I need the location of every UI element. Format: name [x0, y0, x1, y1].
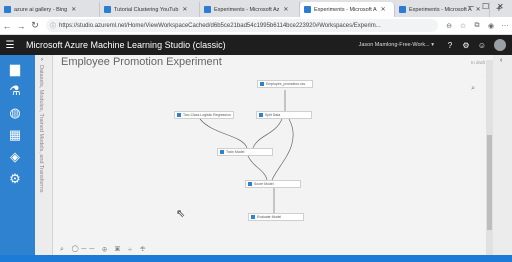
tab-favicon-icon	[304, 6, 311, 13]
tab-favicon-icon	[204, 6, 211, 13]
tab-label: Experiments - Microsoft A	[314, 6, 377, 13]
tab-close-icon[interactable]: ✕	[381, 6, 386, 13]
info-icon[interactable]: ⓘ	[50, 21, 56, 30]
settings-icon[interactable]: ⚙	[458, 41, 474, 50]
module-label: Evaluate Model	[257, 215, 282, 219]
browser-tab[interactable]: Experiments - Microsoft Az ✕	[200, 2, 300, 17]
minimize-icon[interactable]: ─	[468, 2, 474, 11]
datasets-cube-icon[interactable]: ◈	[6, 149, 24, 165]
scrollbar-thumb[interactable]	[487, 135, 492, 230]
browser-toolbar: ← → ↻ ⓘ https://studio.azureml.net/Home/…	[0, 17, 512, 35]
favorite-star-icon[interactable]: ☆	[456, 22, 470, 30]
connector	[252, 118, 283, 149]
help-icon[interactable]: ?	[442, 41, 458, 50]
module-palette[interactable]: › Datasets, Modules, Trained Models, and…	[35, 55, 53, 262]
collections-icon[interactable]: ⧉	[470, 22, 484, 30]
canvas-zoom-toolbar[interactable]: ⌕ ◯── ⊕ ▣ ⊹ ✥	[60, 246, 148, 254]
tab-favicon-icon	[399, 6, 406, 13]
browser-tab[interactable]: Tutorial Clustering YouTub ✕	[100, 2, 200, 17]
module-score-model[interactable]: Score Model	[245, 180, 301, 188]
avatar[interactable]	[494, 39, 506, 51]
feedback-smiley-icon[interactable]: ☺	[474, 41, 490, 50]
module-logistic-regression[interactable]: Two-Class Logistic Regression	[174, 111, 234, 119]
experiments-flask-icon[interactable]: ⚗	[6, 83, 24, 99]
tab-close-icon[interactable]: ✕	[182, 6, 187, 13]
projects-folder-icon[interactable]: ▆	[6, 61, 24, 77]
tab-close-icon[interactable]: ✕	[476, 6, 481, 13]
palette-label: Datasets, Modules, Trained Models, and T…	[38, 65, 44, 193]
browser-tab[interactable]: Experiments - Microsoft A ✕	[395, 2, 490, 17]
address-bar-url: https://studio.azureml.net/Home/ViewWork…	[59, 22, 381, 29]
experiment-canvas[interactable]: Employee Promotion Experiment In draft ▲…	[53, 55, 493, 262]
tab-close-icon[interactable]: ✕	[283, 6, 288, 13]
web-services-globe-icon[interactable]: ◍	[6, 105, 24, 121]
maximize-icon[interactable]: ☐	[482, 2, 489, 11]
mouse-cursor-icon: ⇖	[176, 208, 186, 220]
app-header: ☰ Microsoft Azure Machine Learning Studi…	[0, 35, 512, 55]
module-label: Split Data	[265, 113, 281, 117]
hamburger-menu-icon[interactable]: ☰	[0, 40, 20, 51]
module-dataset[interactable]: Employee_promotion.csv	[257, 80, 313, 88]
workspace-selector[interactable]: Jason Mamlong-Free-Work... ▾	[359, 42, 434, 48]
connector	[199, 118, 248, 149]
forward-arrow-icon[interactable]: →	[14, 21, 28, 31]
tab-favicon-icon	[104, 6, 111, 13]
module-label: Employee_promotion.csv	[266, 82, 306, 86]
module-split-data[interactable]: Split Data	[256, 111, 312, 119]
tab-label: Experiments - Microsoft A	[409, 6, 472, 13]
connector	[247, 155, 268, 181]
settings-gear-icon[interactable]: ⚙	[6, 171, 24, 187]
dataset-icon	[260, 82, 264, 86]
tab-label: azure ai gallery - Bing	[14, 6, 68, 13]
tab-close-icon[interactable]: ✕	[71, 6, 76, 13]
browser-tab-strip: azure ai gallery - Bing ✕ Tutorial Clust…	[0, 0, 512, 17]
module-label: Train Model	[226, 150, 245, 154]
browser-menu-icon[interactable]: ⋯	[498, 22, 512, 30]
app-title: Microsoft Azure Machine Learning Studio …	[26, 40, 226, 50]
notebooks-icon[interactable]: ▦	[6, 127, 24, 143]
module-icon	[251, 215, 255, 219]
browser-tab[interactable]: azure ai gallery - Bing ✕	[0, 2, 100, 17]
algorithm-icon	[177, 113, 181, 117]
page-zoom-icon[interactable]: ⊖	[442, 22, 456, 30]
profile-icon[interactable]: ◉	[484, 22, 498, 30]
tab-favicon-icon	[4, 6, 11, 13]
module-label: Two-Class Logistic Regression	[183, 113, 231, 117]
reload-icon[interactable]: ↻	[28, 20, 42, 31]
module-icon	[220, 150, 224, 154]
module-evaluate-model[interactable]: Evaluate Model	[248, 213, 304, 221]
browser-tab-active[interactable]: Experiments - Microsoft A ✕	[300, 2, 395, 17]
canvas-scrollbar[interactable]	[486, 60, 493, 262]
address-bar[interactable]: ⓘ https://studio.azureml.net/Home/ViewWo…	[46, 19, 438, 32]
module-icon	[248, 182, 252, 186]
module-label: Score Model	[254, 182, 274, 186]
close-window-icon[interactable]: ✕	[497, 2, 504, 11]
back-arrow-icon[interactable]: ←	[0, 21, 14, 31]
chevron-left-icon[interactable]: ‹	[500, 57, 502, 64]
tab-label: Tutorial Clustering YouTub	[114, 6, 179, 13]
left-nav: ▆ ⚗ ◍ ▦ ◈ ⚙	[0, 55, 35, 262]
chevron-right-icon[interactable]: ›	[41, 57, 43, 63]
module-icon	[259, 113, 263, 117]
tab-label: Experiments - Microsoft Az	[214, 6, 280, 13]
module-train-model[interactable]: Train Model	[217, 148, 273, 156]
bottom-command-bar	[0, 255, 512, 262]
properties-panel[interactable]: ‹	[493, 55, 512, 262]
